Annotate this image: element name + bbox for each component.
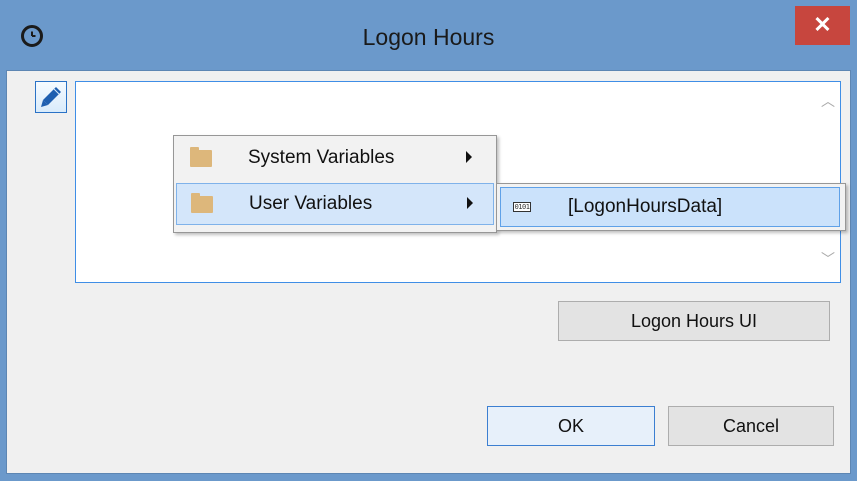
user-variables-submenu: 0101 [LogonHoursData] — [496, 183, 846, 231]
logon-hours-ui-button[interactable]: Logon Hours UI — [558, 301, 830, 341]
edit-button[interactable] — [35, 81, 67, 113]
folder-icon — [190, 147, 212, 167]
submenu-arrow-icon — [467, 197, 473, 209]
pencil-icon — [41, 87, 61, 107]
folder-icon — [191, 193, 213, 213]
submenu-arrow-icon — [466, 151, 472, 163]
title-bar[interactable]: Logon Hours ✕ — [0, 0, 857, 70]
close-button[interactable]: ✕ — [795, 6, 850, 45]
expression-editor[interactable]: ︿ ﹀ System Variables User Variables 0101 — [75, 81, 846, 283]
logon-hours-dialog: Logon Hours ✕ ︿ ﹀ System Variables User … — [0, 0, 857, 481]
scroll-up-arrow-icon[interactable]: ︿ — [817, 90, 839, 112]
dialog-body: ︿ ﹀ System Variables User Variables 0101 — [6, 70, 851, 474]
menu-item-label: [LogonHoursData] — [568, 196, 723, 217]
menu-item-system-variables[interactable]: System Variables — [176, 138, 494, 180]
ok-button[interactable]: OK — [487, 406, 655, 446]
menu-item-logon-hours-data[interactable]: 0101 [LogonHoursData] — [500, 187, 840, 227]
cancel-button[interactable]: Cancel — [668, 406, 834, 446]
variable-icon: 0101 — [513, 202, 531, 212]
scroll-down-arrow-icon[interactable]: ﹀ — [817, 248, 839, 270]
window-title: Logon Hours — [362, 24, 495, 50]
variables-context-menu: System Variables User Variables — [173, 135, 497, 233]
menu-item-user-variables[interactable]: User Variables — [176, 183, 494, 225]
vertical-scrollbar[interactable]: ︿ ﹀ — [817, 90, 839, 270]
menu-item-label: System Variables — [248, 147, 395, 168]
menu-item-label: User Variables — [249, 193, 373, 214]
